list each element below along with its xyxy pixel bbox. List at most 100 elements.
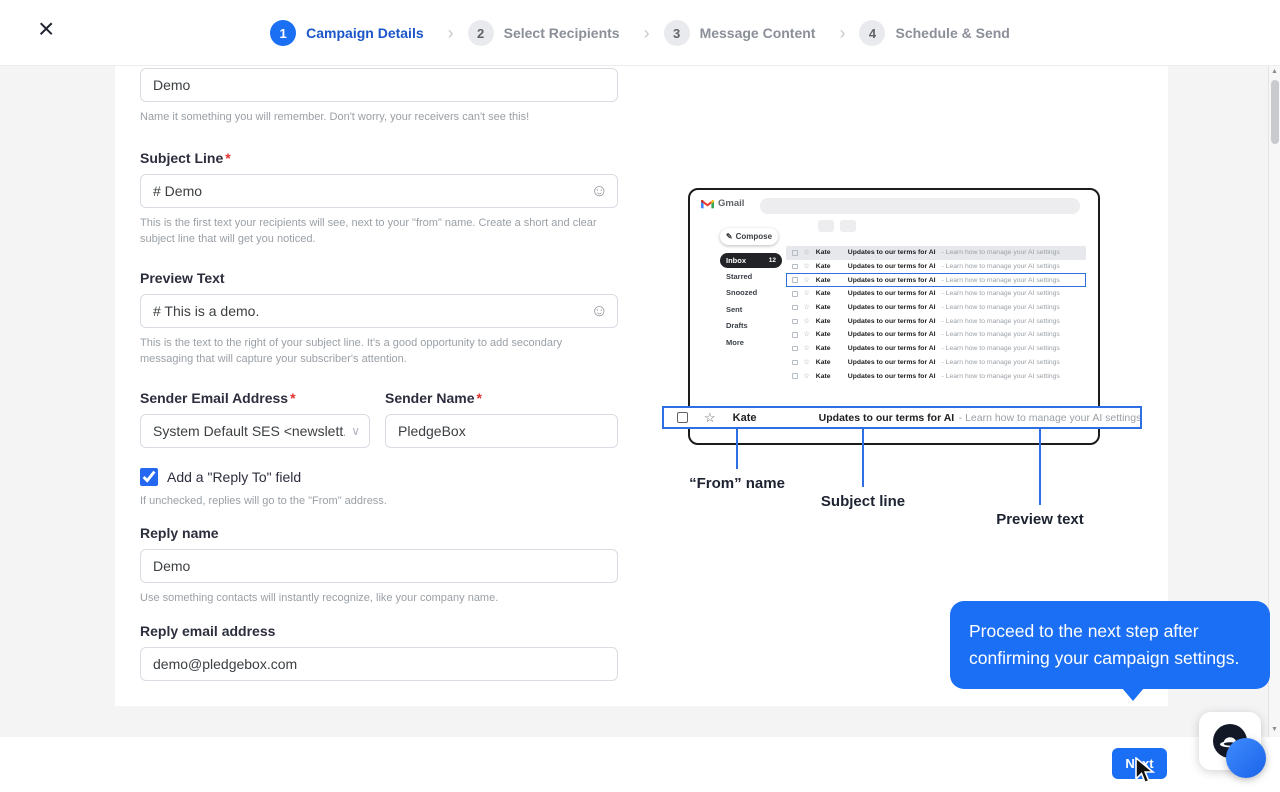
email-sender: Kate — [815, 304, 831, 312]
callout-from-name: “From” name — [689, 475, 785, 492]
checkbox-icon — [792, 263, 798, 270]
callout-line — [1039, 429, 1041, 505]
step-number: 3 — [663, 20, 690, 46]
email-subject: Updates to our terms for AI — [847, 249, 936, 257]
gmail-email-list: ☆ Kate Updates to our terms for AI - Lea… — [786, 246, 1086, 383]
email-subject: Updates to our terms for AI — [847, 290, 936, 298]
star-icon: ☆ — [803, 290, 810, 298]
email-preview: - Learn how to manage your AI settings — [941, 317, 1060, 325]
wizard-step[interactable]: 1 Campaign Details › — [270, 20, 467, 46]
reply-email-input[interactable] — [140, 646, 618, 681]
guide-tooltip: Proceed to the next step after confirmin… — [950, 601, 1270, 702]
gmail-logo: Gmail — [701, 198, 744, 209]
required-asterisk: * — [225, 149, 231, 166]
chevron-right-icon: › — [839, 22, 846, 43]
zoom-row-subject: Updates to our terms for AI — [818, 411, 955, 424]
scrollbar-thumb[interactable] — [1271, 80, 1279, 144]
gmail-email-row: ☆ Kate Updates to our terms for AI - Lea… — [786, 246, 1086, 260]
checkbox-icon — [792, 373, 798, 379]
email-subject: Updates to our terms for AI — [847, 331, 936, 339]
reply-name-helper: Use something contacts will instantly re… — [140, 592, 499, 604]
emoji-picker-icon[interactable]: ☺ — [591, 181, 608, 201]
chat-button[interactable] — [1226, 738, 1266, 778]
gmail-email-row: ☆ Kate Updates to our terms for AI - Lea… — [786, 342, 1086, 356]
checkbox-icon — [792, 291, 798, 297]
preview-text-label: Preview Text — [140, 269, 225, 286]
gmail-sidebar-item: Starred — [726, 271, 753, 281]
email-sender: Kate — [815, 317, 831, 325]
email-subject: Updates to our terms for AI — [847, 304, 936, 312]
sender-email-label: Sender Email Address * — [140, 389, 296, 406]
reply-to-checkbox-label: Add a "Reply To" field — [167, 468, 302, 485]
wizard-header: × 1 Campaign Details › 2 Select Recipien… — [0, 0, 1280, 66]
reply-email-label: Reply email address — [140, 622, 276, 639]
star-icon: ☆ — [803, 345, 810, 353]
star-icon: ☆ — [803, 263, 810, 271]
email-sender: Kate — [815, 358, 831, 366]
star-icon: ☆ — [803, 372, 810, 380]
star-icon: ☆ — [803, 317, 810, 325]
gmail-sidebar-item: More — [726, 337, 744, 347]
gmail-email-row: ☆ Kate Updates to our terms for AI - Lea… — [786, 273, 1086, 288]
gmail-compose-button: ✎ Compose — [720, 228, 778, 245]
gmail-m-icon — [701, 199, 714, 208]
email-subject: Updates to our terms for AI — [847, 317, 936, 325]
scroll-down-arrow-icon[interactable]: ▼ — [1271, 726, 1278, 733]
reply-name-label: Reply name — [140, 525, 219, 541]
email-subject: Updates to our terms for AI — [847, 358, 936, 366]
emoji-picker-icon[interactable]: ☺ — [591, 301, 608, 321]
star-icon: ☆ — [803, 304, 810, 312]
reply-to-checkbox[interactable] — [140, 467, 158, 486]
step-number: 1 — [270, 20, 297, 46]
sender-name-input[interactable] — [385, 413, 618, 448]
sender-name-label: Sender Name * — [385, 389, 482, 406]
campaign-name-input[interactable] — [140, 68, 618, 102]
gmail-sidebar: Inbox 12 Starred Snoozed Sent Drafts Mor… — [720, 253, 782, 351]
reply-name-input[interactable] — [140, 549, 618, 583]
campaign-form: Name it something you will remember. Don… — [140, 68, 618, 681]
subject-line-helper: This is the first text your recipients w… — [140, 216, 597, 246]
star-icon: ☆ — [803, 358, 810, 366]
email-preview: - Learn how to manage your AI settings — [941, 263, 1060, 271]
required-asterisk: * — [290, 389, 296, 406]
step-number: 4 — [859, 20, 886, 46]
email-subject: Updates to our terms for AI — [847, 345, 936, 353]
wizard-step[interactable]: 4 Schedule & Send › — [859, 20, 1010, 46]
gmail-toolbar-button — [840, 220, 856, 232]
wizard-step[interactable]: 2 Select Recipients › — [467, 20, 664, 46]
star-icon: ☆ — [704, 410, 716, 425]
step-label: Select Recipients — [503, 25, 620, 41]
gmail-inbox-badge: 12 — [768, 257, 776, 264]
email-preview: - Learn how to manage your AI settings — [941, 358, 1060, 366]
preview-text-input[interactable] — [140, 293, 618, 328]
gmail-sidebar-item: Drafts — [726, 321, 748, 331]
callout-preview-text: Preview text — [996, 511, 1084, 528]
gmail-sidebar-item: Sent — [726, 304, 743, 314]
wizard-step[interactable]: 3 Message Content › — [663, 20, 860, 46]
gmail-logo-text: Gmail — [718, 198, 745, 209]
pencil-icon: ✎ — [725, 232, 733, 241]
checkbox-icon — [792, 318, 798, 325]
zoom-row-sender: Kate — [732, 411, 757, 424]
step-label: Message Content — [699, 25, 816, 41]
email-subject: Updates to our terms for AI — [847, 372, 936, 380]
subject-line-label: Subject Line * — [140, 149, 231, 166]
sender-email-select[interactable]: System Default SES <newslett... ∨ — [140, 413, 370, 448]
callout-subject-line: Subject line — [820, 493, 906, 510]
email-preview: - Learn how to manage your AI settings — [941, 372, 1060, 380]
email-subject: Updates to our terms for AI — [847, 263, 936, 271]
gmail-email-row: ☆ Kate Updates to our terms for AI - Lea… — [786, 287, 1086, 301]
subject-line-input[interactable] — [140, 173, 618, 208]
email-preview: - Learn how to manage your AI settings — [941, 345, 1060, 353]
gmail-email-row: ☆ Kate Updates to our terms for AI - Lea… — [786, 314, 1086, 328]
sender-email-value: System Default SES <newslett... — [153, 422, 345, 439]
chevron-down-icon: ∨ — [351, 423, 360, 438]
zoom-row-preview: - Learn how to manage your AI settings — [958, 411, 1142, 424]
scroll-up-arrow-icon[interactable]: ▲ — [1271, 68, 1278, 75]
checkbox-icon — [792, 359, 798, 366]
gmail-email-row: ☆ Kate Updates to our terms for AI - Lea… — [786, 328, 1086, 342]
gmail-email-row: ☆ Kate Updates to our terms for AI - Lea… — [786, 301, 1086, 315]
email-sender: Kate — [815, 276, 831, 284]
star-icon: ☆ — [803, 276, 810, 284]
checkbox-icon — [792, 250, 798, 256]
